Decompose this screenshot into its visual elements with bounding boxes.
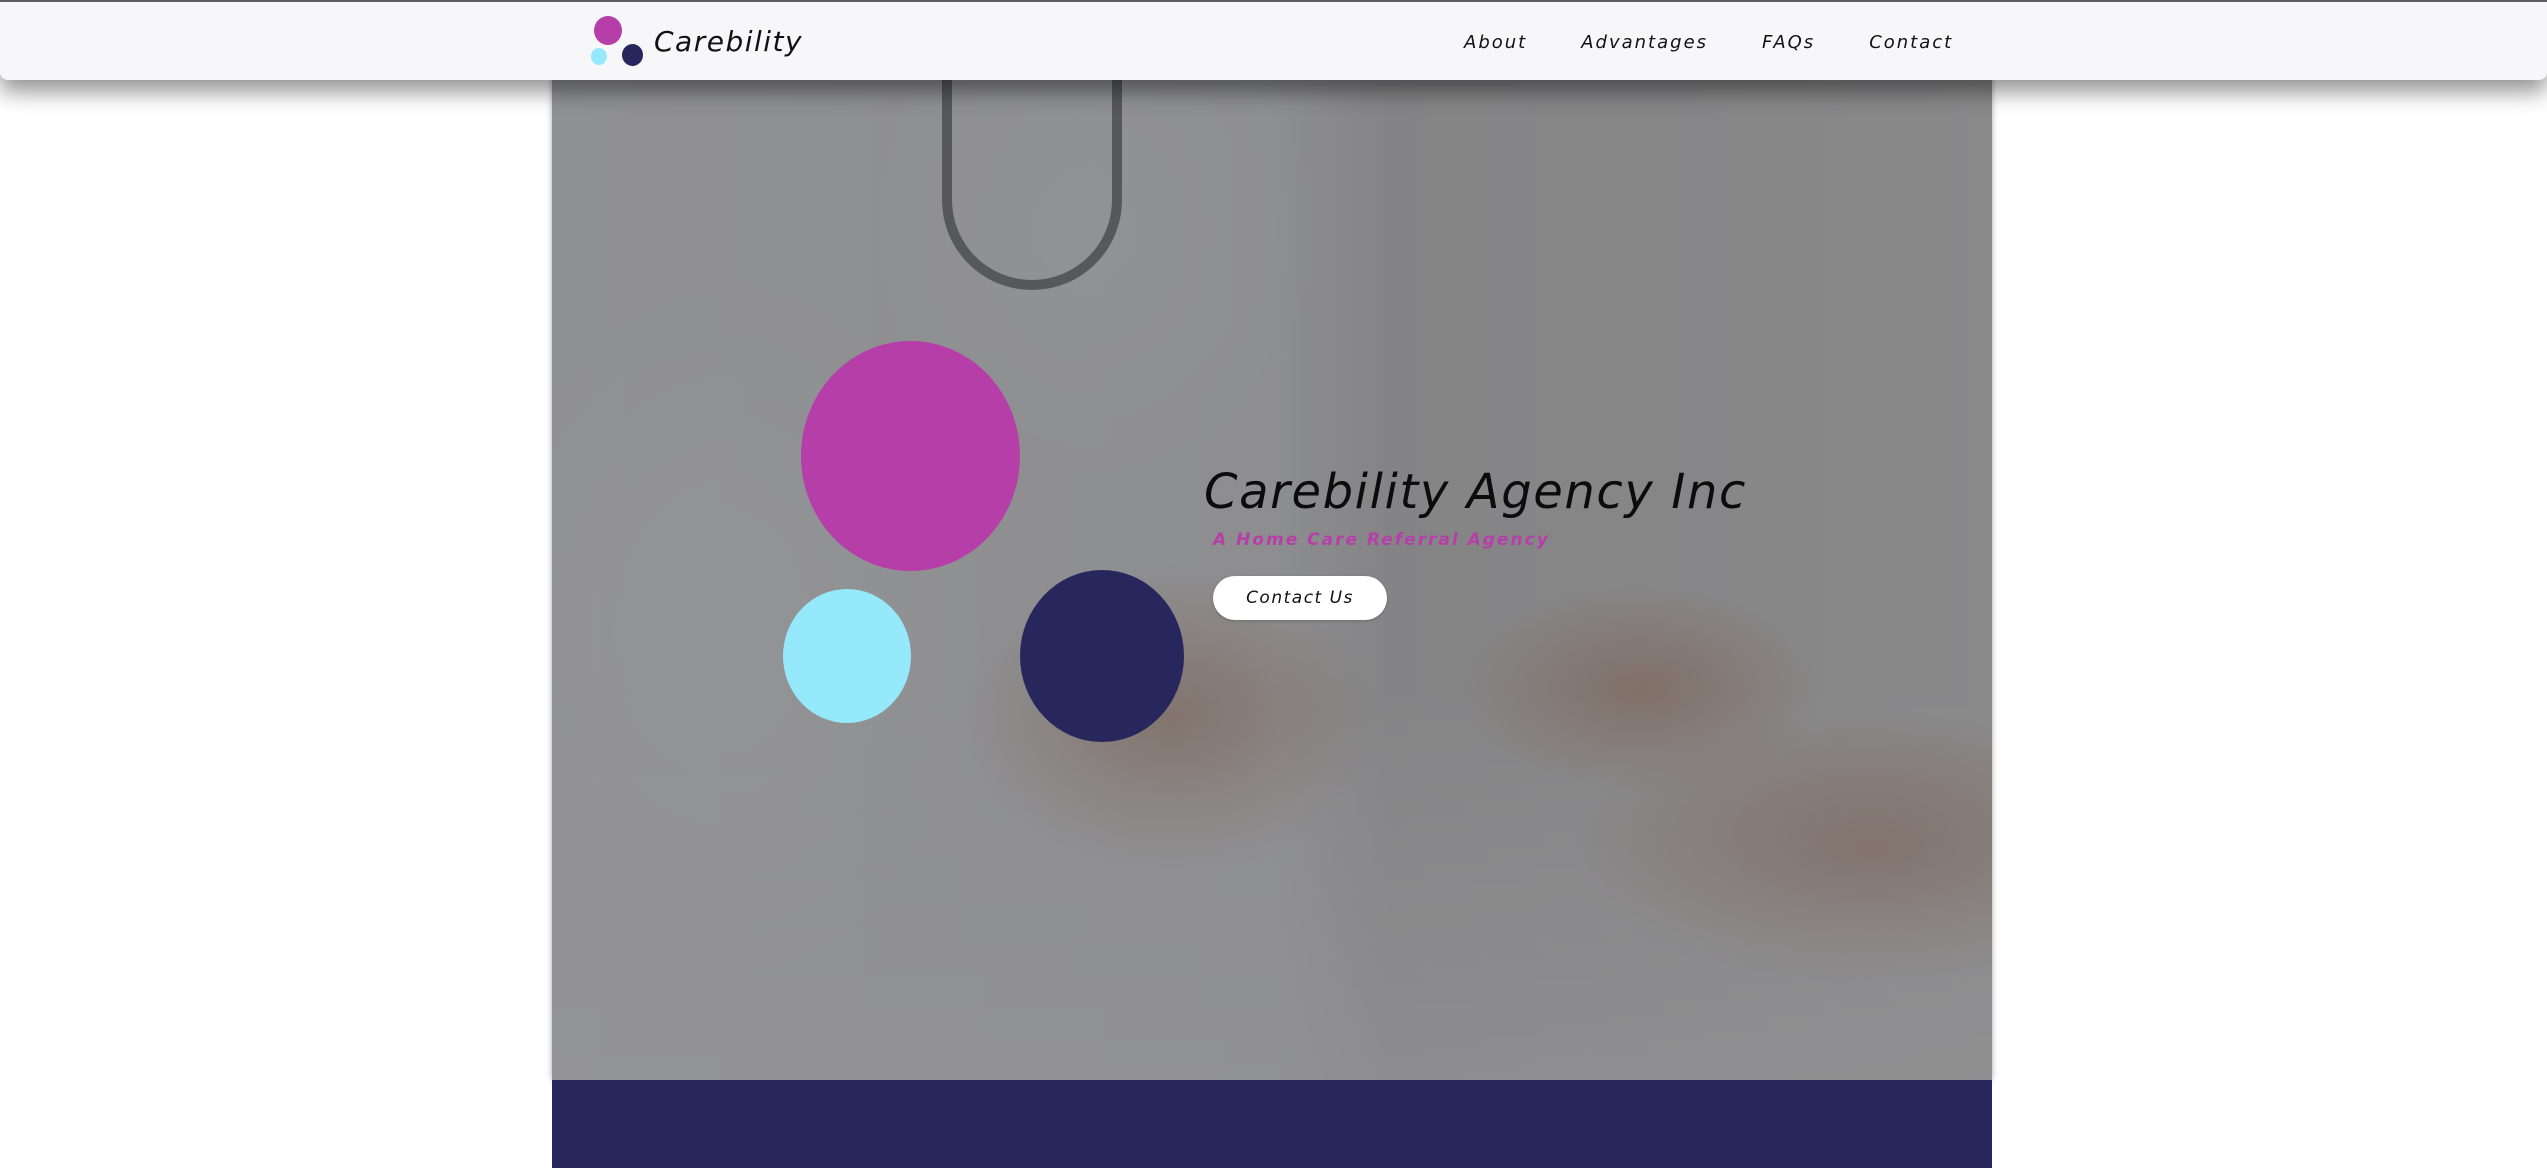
hero-dark-overlay <box>552 70 1992 1080</box>
hero-section: Carebility Agency Inc A Home Care Referr… <box>552 70 1992 1080</box>
nav-link-faqs[interactable]: FAQs <box>1762 30 1815 56</box>
nav-link-contact[interactable]: Contact <box>1869 30 1953 56</box>
brand-name[interactable]: Carebility <box>654 24 803 60</box>
decorative-navy-circle <box>1020 570 1184 742</box>
main-nav: About Advantages FAQs Contact <box>1464 30 1953 56</box>
logo-magenta-dot <box>594 16 622 45</box>
hero-title: Carebility Agency Inc <box>1204 464 1748 520</box>
hero-subtitle: A Home Care Referral Agency <box>1213 530 1550 550</box>
nav-link-advantages[interactable]: Advantages <box>1581 30 1708 56</box>
logo-navy-dot <box>622 44 643 66</box>
top-navbar: Carebility About Advantages FAQs Contact <box>0 0 2547 80</box>
nav-link-about[interactable]: About <box>1464 30 1527 56</box>
next-section-band <box>552 1080 1992 1168</box>
decorative-cyan-circle <box>783 589 911 723</box>
contact-us-button[interactable]: Contact Us <box>1213 576 1387 620</box>
logo-cyan-dot <box>591 48 607 65</box>
three-dots-logo-icon[interactable] <box>590 14 646 70</box>
page: Carebility About Advantages FAQs Contact… <box>0 0 2547 1168</box>
decorative-magenta-circle <box>801 341 1020 571</box>
